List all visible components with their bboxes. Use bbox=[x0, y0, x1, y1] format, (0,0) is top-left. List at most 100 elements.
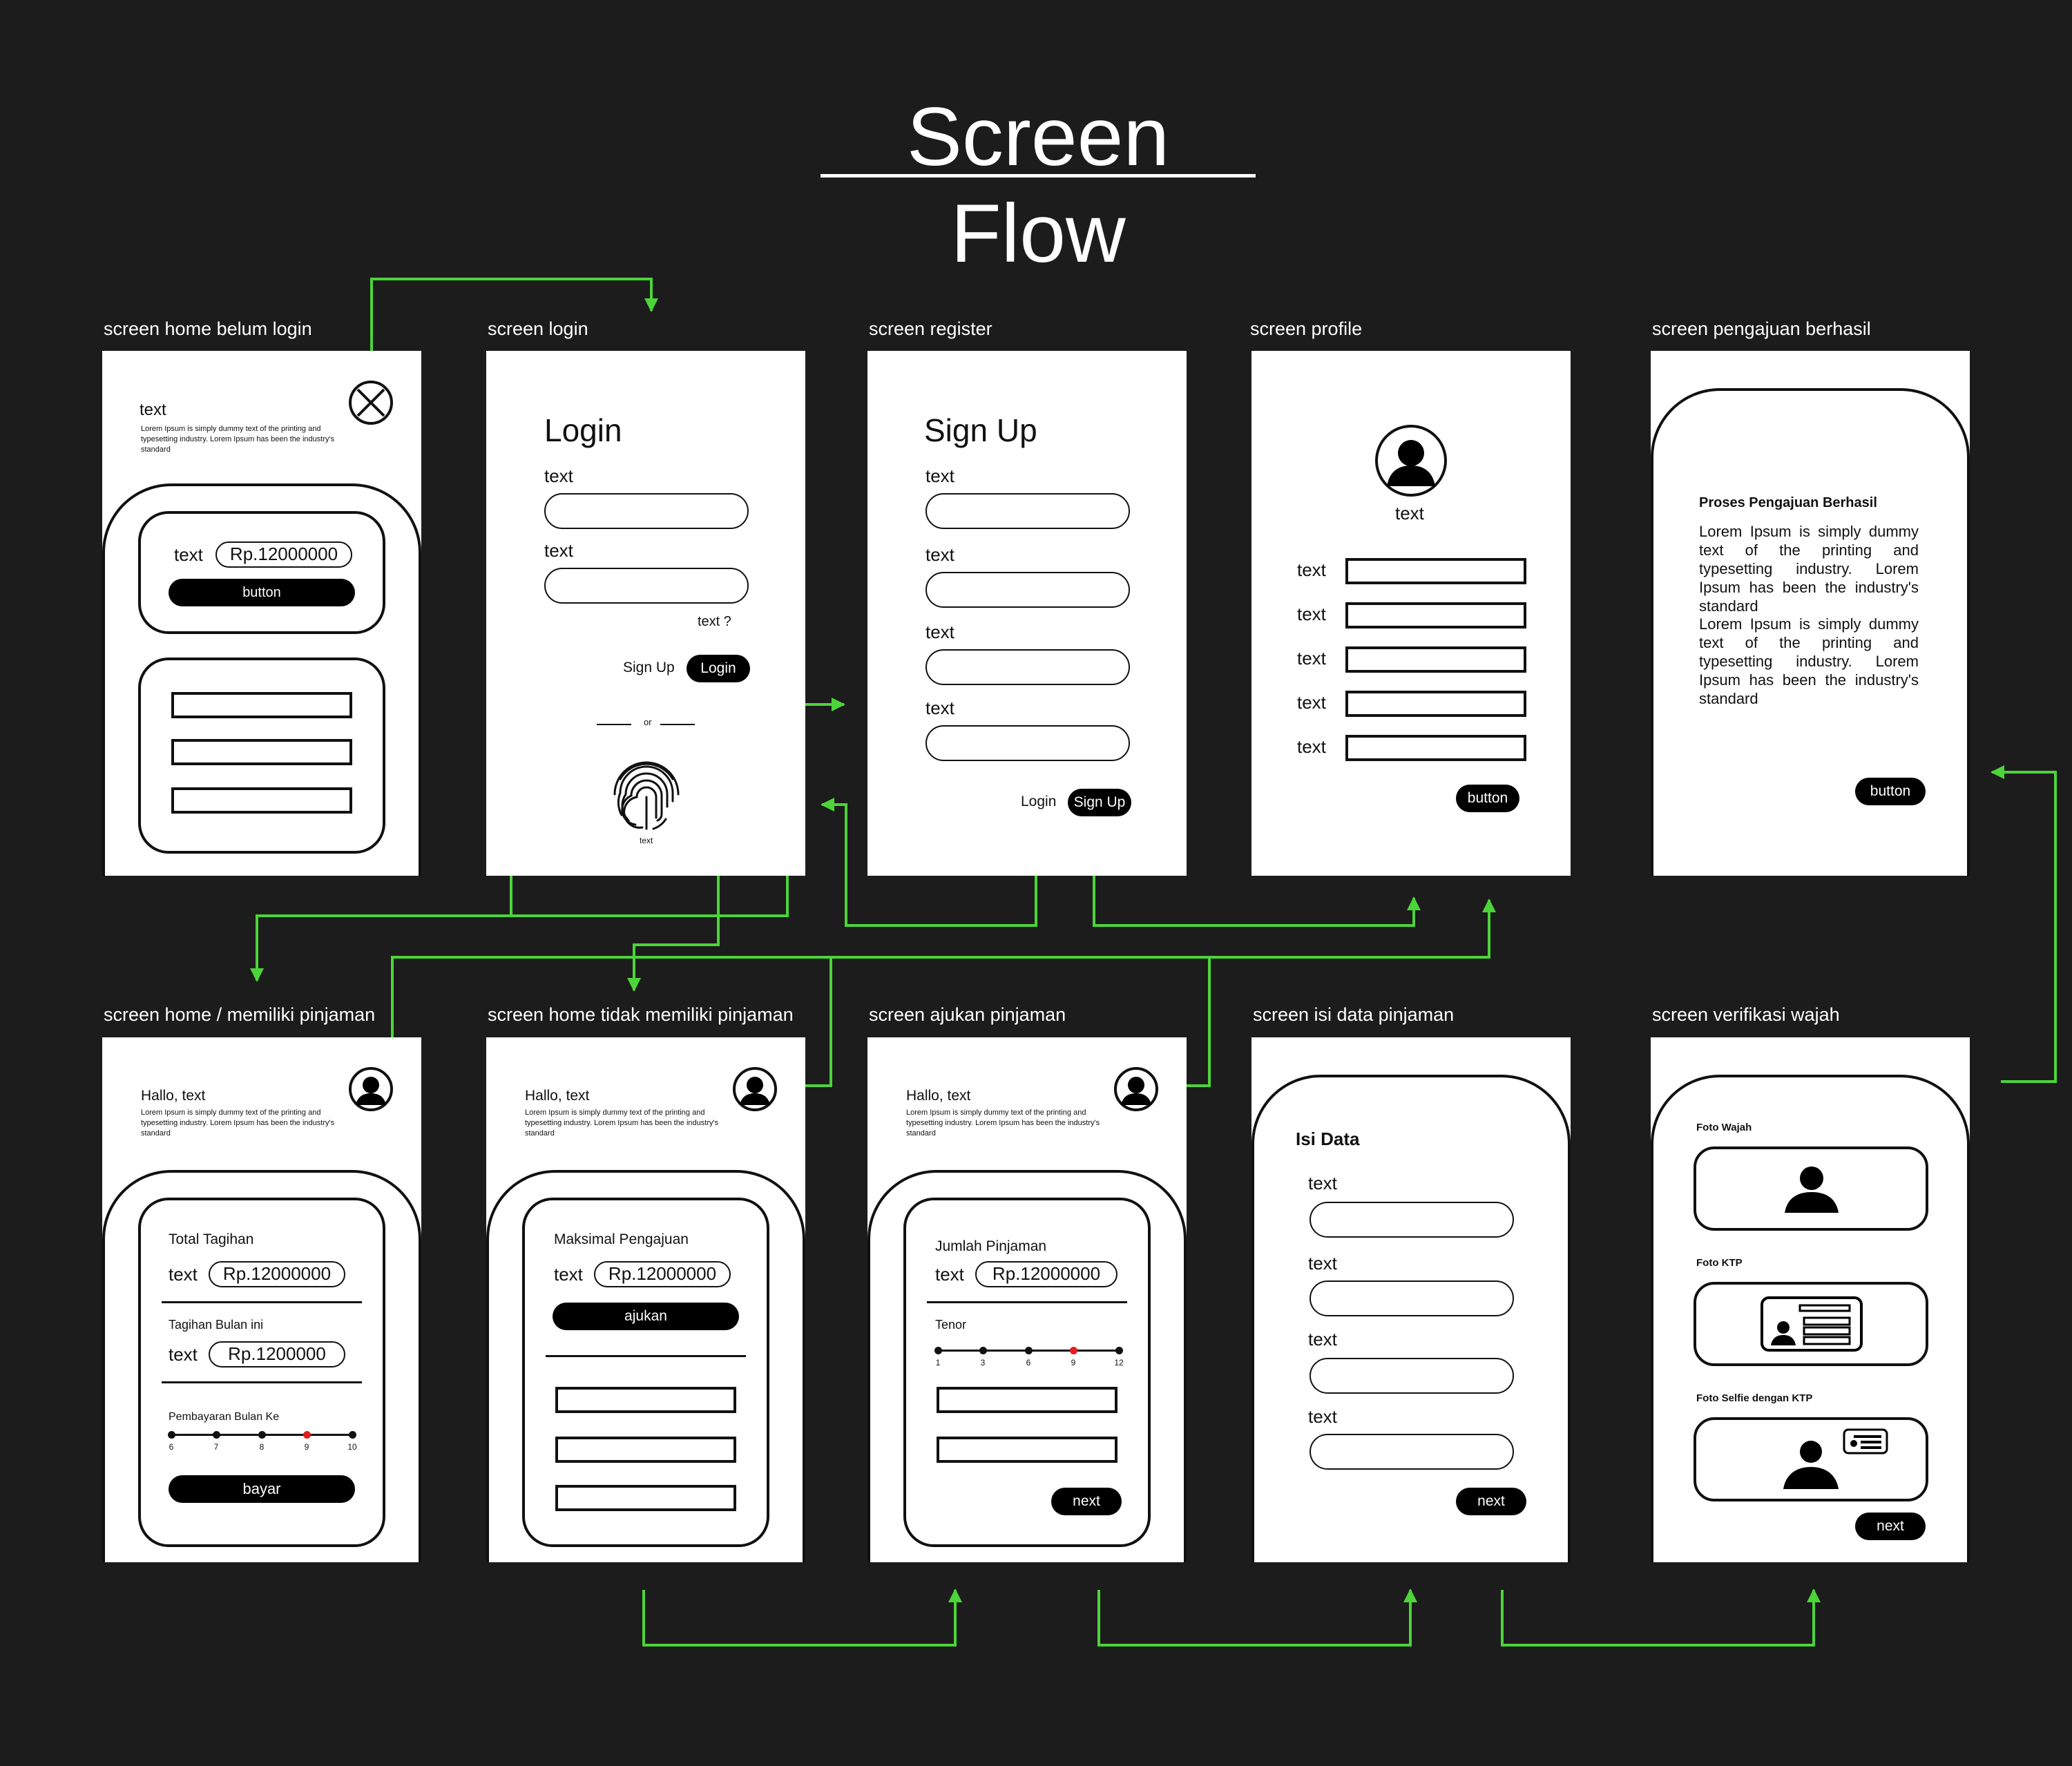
avatar-icon[interactable] bbox=[1113, 1066, 1159, 1112]
slider-dot[interactable] bbox=[213, 1431, 220, 1439]
next-button[interactable]: next bbox=[1051, 1488, 1122, 1515]
slider-dot[interactable] bbox=[349, 1431, 356, 1439]
or-label: or bbox=[644, 717, 652, 727]
text-input[interactable] bbox=[1310, 1358, 1514, 1394]
divider bbox=[162, 1381, 362, 1383]
profile-field[interactable] bbox=[1345, 602, 1526, 628]
signup-link[interactable]: Sign Up bbox=[623, 659, 675, 676]
field-label: text bbox=[1297, 692, 1326, 713]
username-input[interactable] bbox=[544, 493, 749, 529]
list-item[interactable] bbox=[171, 787, 352, 814]
pay-button[interactable]: bayar bbox=[169, 1475, 355, 1503]
total-amount: Rp.12000000 bbox=[209, 1261, 345, 1287]
close-circle-icon[interactable] bbox=[348, 380, 394, 425]
greeting: Hallo, text bbox=[141, 1088, 206, 1104]
password-input[interactable] bbox=[544, 568, 749, 604]
login-button[interactable]: Login bbox=[687, 655, 750, 682]
slider-dot[interactable] bbox=[1115, 1347, 1123, 1354]
month-label: Tagihan Bulan ini bbox=[169, 1318, 264, 1332]
card-text: text bbox=[174, 544, 203, 565]
tick-label: 10 bbox=[347, 1442, 357, 1452]
field-label: text bbox=[1308, 1173, 1337, 1193]
primary-button[interactable]: button bbox=[169, 579, 355, 606]
text-input[interactable] bbox=[925, 572, 1130, 608]
screen-login: Login text text text ? Sign Up Login or … bbox=[486, 351, 805, 876]
field-label: text bbox=[1297, 604, 1326, 624]
screen-home-noloan: Hallo, text Lorem Ipsum is simply dummy … bbox=[486, 1037, 805, 1562]
list-item[interactable] bbox=[555, 1437, 736, 1463]
screen-profile: text text text text text text button bbox=[1251, 351, 1571, 876]
heading: Sign Up bbox=[924, 412, 1037, 448]
tick-label: 8 bbox=[259, 1442, 265, 1452]
amount-text: text bbox=[935, 1264, 964, 1285]
list-item[interactable] bbox=[937, 1387, 1117, 1413]
tick-label: 9 bbox=[1071, 1358, 1076, 1367]
screen-label: screen register bbox=[869, 318, 992, 339]
connector-apply-to-filldata bbox=[1097, 1589, 1417, 1647]
max-label: Maksimal Pengajuan bbox=[554, 1231, 689, 1247]
text-input[interactable] bbox=[1310, 1434, 1514, 1470]
amount-label: Jumlah Pinjaman bbox=[935, 1238, 1047, 1254]
list-item[interactable] bbox=[171, 692, 352, 718]
screen-home-loan: Hallo, text Lorem Ipsum is simply dummy … bbox=[102, 1037, 421, 1562]
amount-field: Rp.12000000 bbox=[215, 541, 352, 568]
field-label: text bbox=[925, 698, 955, 718]
avatar-icon bbox=[1375, 425, 1447, 497]
slider-dot[interactable] bbox=[1025, 1347, 1033, 1354]
slider-dot[interactable] bbox=[258, 1431, 266, 1439]
profile-field[interactable] bbox=[1345, 735, 1526, 761]
slider-dot[interactable] bbox=[168, 1431, 175, 1439]
fingerprint-icon[interactable] bbox=[605, 751, 688, 834]
amount-card bbox=[138, 511, 385, 634]
profile-field[interactable] bbox=[1345, 646, 1526, 673]
field-label: text bbox=[544, 466, 573, 486]
next-button[interactable]: next bbox=[1456, 1488, 1526, 1515]
text-input[interactable] bbox=[1310, 1202, 1514, 1238]
description: Lorem Ipsum is simply dummy text of the … bbox=[141, 425, 335, 454]
screen-label: screen ajukan pinjaman bbox=[869, 1004, 1066, 1025]
total-text: text bbox=[169, 1264, 198, 1285]
id-label: Foto KTP bbox=[1696, 1257, 1743, 1269]
signup-button[interactable]: Sign Up bbox=[1068, 789, 1131, 816]
list-item[interactable] bbox=[171, 739, 352, 765]
connector-verify-to-success bbox=[1991, 765, 2057, 1083]
connector-noloan-to-apply bbox=[642, 1589, 962, 1647]
slider-dot-selected[interactable] bbox=[1070, 1347, 1077, 1354]
divider bbox=[927, 1301, 1127, 1303]
screen-register: Sign Up text text text text Login Sign U… bbox=[867, 351, 1187, 876]
text-input[interactable] bbox=[925, 649, 1130, 685]
text-input[interactable] bbox=[925, 493, 1130, 529]
forgot-link[interactable]: text ? bbox=[698, 613, 731, 630]
slider-dot[interactable] bbox=[934, 1347, 942, 1354]
tick-label: 9 bbox=[304, 1442, 309, 1452]
slider-dot[interactable] bbox=[979, 1347, 987, 1354]
next-button[interactable]: next bbox=[1855, 1513, 1926, 1540]
tick-label: 3 bbox=[980, 1358, 986, 1367]
screen-label: screen login bbox=[488, 318, 588, 339]
tick-label: 12 bbox=[1114, 1358, 1124, 1367]
slider-dot-selected[interactable] bbox=[303, 1431, 311, 1439]
list-item[interactable] bbox=[555, 1387, 736, 1413]
text-input[interactable] bbox=[1310, 1280, 1514, 1316]
avatar-icon[interactable] bbox=[348, 1066, 394, 1112]
screen-label: screen verifikasi wajah bbox=[1652, 1004, 1840, 1025]
avatar-icon[interactable] bbox=[732, 1066, 778, 1112]
max-text: text bbox=[554, 1264, 583, 1285]
text-input[interactable] bbox=[925, 725, 1130, 761]
apply-button[interactable]: ajukan bbox=[553, 1303, 739, 1330]
profile-button[interactable]: button bbox=[1456, 785, 1519, 812]
profile-field[interactable] bbox=[1345, 558, 1526, 584]
profile-field[interactable] bbox=[1345, 691, 1526, 717]
heading: text bbox=[140, 401, 166, 419]
login-link[interactable]: Login bbox=[1021, 793, 1056, 810]
list-item[interactable] bbox=[555, 1485, 736, 1511]
fingerprint-caption: text bbox=[640, 836, 653, 845]
amount-field[interactable]: Rp.12000000 bbox=[975, 1261, 1117, 1287]
total-label: Total Tagihan bbox=[169, 1231, 254, 1247]
screen-label: screen isi data pinjaman bbox=[1253, 1004, 1455, 1025]
screen-home-guest: text Lorem Ipsum is simply dummy text of… bbox=[102, 351, 421, 876]
list-item[interactable] bbox=[937, 1437, 1117, 1463]
id-card-icon bbox=[1761, 1296, 1863, 1352]
success-button[interactable]: button bbox=[1855, 778, 1926, 805]
title-underline bbox=[821, 174, 1256, 177]
